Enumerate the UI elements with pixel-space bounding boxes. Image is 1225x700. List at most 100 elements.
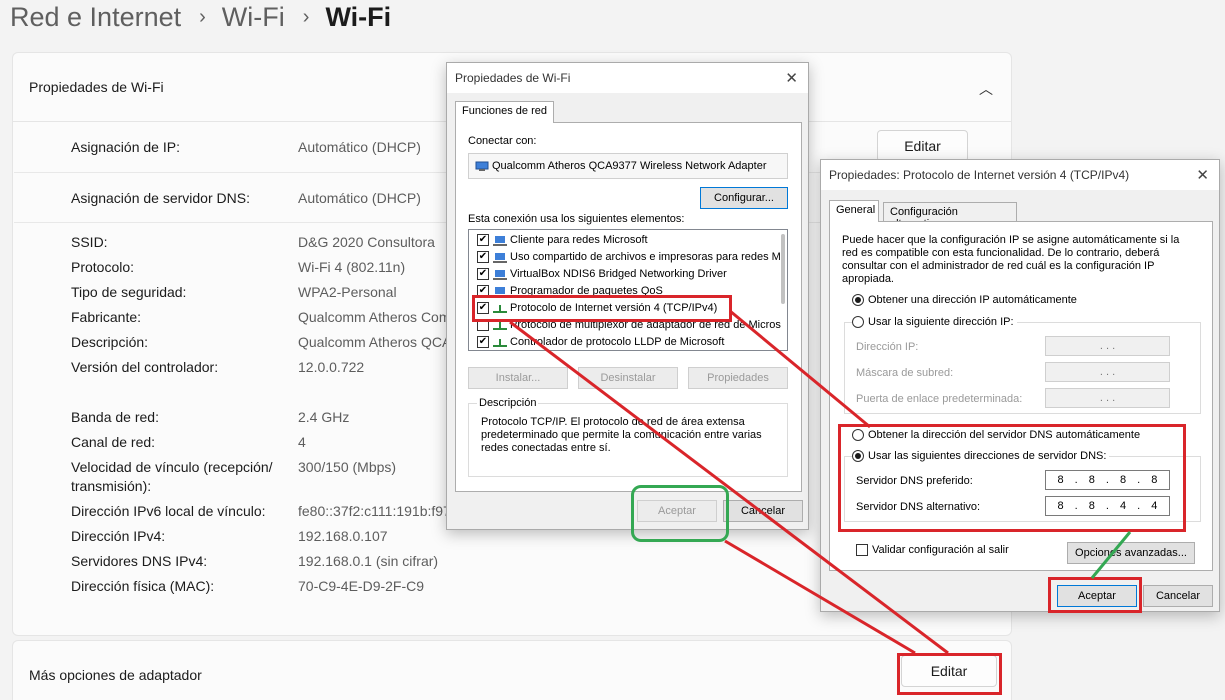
tab-general[interactable]: General	[829, 200, 879, 222]
list-item[interactable]: ✔ Uso compartido de archivos e impresoras…	[477, 251, 781, 263]
highlight-dns-section	[838, 424, 1186, 532]
gateway-field[interactable]: . . .	[1045, 388, 1170, 408]
radio-selected[interactable]	[852, 294, 864, 306]
cancel-button[interactable]: Cancelar	[1143, 585, 1213, 607]
client-icon	[493, 235, 507, 246]
description-group: Descripción Protocolo TCP/IP. El protoco…	[468, 397, 788, 477]
list-item[interactable]: ✔ Cliente para redes Microsoft	[477, 234, 648, 246]
intro-line: consultar con el administrador de red cu…	[842, 260, 1155, 272]
install-button[interactable]: Instalar...	[468, 367, 568, 389]
adapter-field: Qualcomm Atheros QCA9377 Wireless Networ…	[468, 153, 788, 179]
list-item[interactable]: ✔ VirtualBox NDIS6 Bridged Networking Dri…	[477, 268, 727, 280]
card-title: Propiedades de Wi-Fi	[29, 79, 164, 95]
highlight-edit-adapter	[897, 653, 1002, 695]
link-speed-value: 300/150 (Mbps)	[298, 459, 397, 475]
manufacturer-label: Fabricante:	[71, 309, 142, 325]
advanced-options-button[interactable]: Opciones avanzadas...	[1067, 542, 1195, 564]
description-title: Descripción	[477, 397, 539, 409]
item-label: Uso compartido de archivos e impresoras …	[510, 251, 781, 263]
network-band-label: Banda de red:	[71, 409, 159, 425]
close-icon[interactable]: ✕	[1196, 166, 1209, 184]
items-label: Esta conexión usa los siguientes element…	[468, 213, 685, 225]
cancel-button[interactable]: Cancelar	[723, 500, 803, 522]
dialog-title: Propiedades: Protocolo de Internet versi…	[829, 168, 1130, 182]
more-adapter-options-title: Más opciones de adaptador	[29, 667, 202, 683]
validate-checkbox[interactable]: Validar configuración al salir	[856, 544, 1009, 556]
highlight-ok-ipv4	[1048, 577, 1142, 613]
link-speed-label: Velocidad de vínculo (recepción/	[71, 459, 273, 475]
driver-version-value: 12.0.0.722	[298, 359, 365, 375]
protocol-icon	[493, 338, 507, 347]
ip-address-label: Dirección IP:	[856, 341, 919, 353]
ssid-label: SSID:	[71, 234, 108, 250]
list-item[interactable]: ✔ Controlador de protocolo LLDP de Micros…	[477, 336, 724, 348]
tab-bar: Funciones de red	[455, 101, 808, 123]
page-title: Wi-Fi	[325, 1, 392, 32]
highlight-ipv4-item	[472, 295, 732, 322]
ipv4-label: Dirección IPv4:	[71, 528, 166, 544]
checkbox[interactable]: ✔	[477, 234, 489, 246]
subnet-field[interactable]: . . .	[1045, 362, 1170, 382]
dns-assignment-label: Asignación de servidor DNS:	[71, 190, 250, 206]
chevron-right-icon: ›	[302, 5, 310, 28]
security-type-value: WPA2-Personal	[298, 284, 397, 300]
intro-line: Puede hacer que la configuración IP se a…	[842, 234, 1180, 246]
chevron-up-icon[interactable]: ︿	[979, 79, 993, 99]
edit-ip-button[interactable]: Editar	[877, 130, 968, 162]
service-icon	[493, 252, 507, 263]
tab-bar: General Configuración alternativa	[829, 200, 1219, 230]
close-icon[interactable]: ✕	[785, 69, 798, 87]
network-adapter-icon	[475, 161, 489, 171]
ipv4-properties-dialog: Propiedades: Protocolo de Internet versi…	[820, 159, 1220, 612]
protocol-label: Protocolo:	[71, 259, 135, 275]
checkbox[interactable]: ✔	[477, 268, 489, 280]
intro-line: apropiada.	[842, 273, 894, 285]
dns-servers-label: Servidores DNS IPv4:	[71, 553, 208, 569]
description-line: Protocolo TCP/IP. El protocolo de red de…	[481, 416, 745, 428]
dns-assignment-value: Automático (DHCP)	[298, 190, 421, 206]
network-channel-value: 4	[298, 434, 306, 450]
item-label: VirtualBox NDIS6 Bridged Networking Driv…	[510, 268, 727, 280]
mac-label: Dirección física (MAC):	[71, 578, 215, 594]
configure-button[interactable]: Configurar...	[700, 187, 788, 209]
chevron-right-icon: ›	[199, 5, 206, 28]
checkbox[interactable]: ✔	[477, 336, 489, 348]
item-label: Controlador de protocolo LLDP de Microso…	[510, 336, 725, 348]
subnet-label: Máscara de subred:	[856, 367, 954, 379]
network-channel-label: Canal de red:	[71, 434, 156, 450]
auto-ip-radio[interactable]: Obtener una dirección IP automáticamente	[852, 294, 1077, 306]
driver-icon	[493, 269, 507, 280]
radio-label: Obtener una dirección IP automáticamente	[868, 294, 1077, 306]
description-value: Qualcomm Atheros QCA	[298, 334, 452, 350]
uninstall-button[interactable]: Desinstalar	[578, 367, 678, 389]
ipv4-value: 192.168.0.107	[298, 528, 388, 544]
ipv6-label: Dirección IPv6 local de vínculo:	[71, 503, 266, 519]
properties-button[interactable]: Propiedades	[688, 367, 788, 389]
intro-line: red es compatible con esta funcionalidad…	[842, 247, 1160, 259]
components-list[interactable]: ✔ Cliente para redes Microsoft ✔ Uso compa…	[468, 229, 788, 351]
dialog-titlebar: Propiedades de Wi-Fi ✕	[447, 63, 808, 93]
tab-alternate-config[interactable]: Configuración alternativa	[883, 202, 1017, 230]
tab-networking[interactable]: Funciones de red	[455, 101, 554, 123]
checkbox-label: Validar configuración al salir	[872, 544, 1009, 556]
list-scrollbar[interactable]	[781, 234, 785, 304]
dialog-titlebar: Propiedades: Protocolo de Internet versi…	[821, 160, 1219, 190]
ipv6-value: fe80::37f2:c111:191b:f97%	[298, 503, 464, 519]
checkbox[interactable]: ✔	[477, 251, 489, 263]
radio-unselected[interactable]	[852, 316, 864, 328]
ip-address-field[interactable]: . . .	[1045, 336, 1170, 356]
manual-ip-radio[interactable]: Usar la siguiente dirección IP:	[852, 316, 1017, 328]
radio-label: Usar la siguiente dirección IP:	[868, 316, 1014, 328]
breadcrumb-red-e-internet[interactable]: Red e Internet	[10, 2, 181, 33]
link-speed-label-cont: transmisión):	[71, 478, 152, 494]
highlight-ok-wifi	[631, 485, 729, 542]
driver-version-label: Versión del controlador:	[71, 359, 219, 375]
dialog-title: Propiedades de Wi-Fi	[455, 71, 571, 85]
mac-value: 70-C9-4E-D9-2F-C9	[298, 578, 425, 594]
breadcrumb-wifi[interactable]: Wi-Fi	[222, 2, 285, 33]
description-line: predeterminado que permite la comunicaci…	[481, 429, 762, 441]
description-label: Descripción:	[71, 334, 149, 350]
checkbox[interactable]	[856, 544, 868, 556]
ip-assignment-label: Asignación de IP:	[71, 139, 180, 155]
security-type-label: Tipo de seguridad:	[71, 284, 187, 300]
